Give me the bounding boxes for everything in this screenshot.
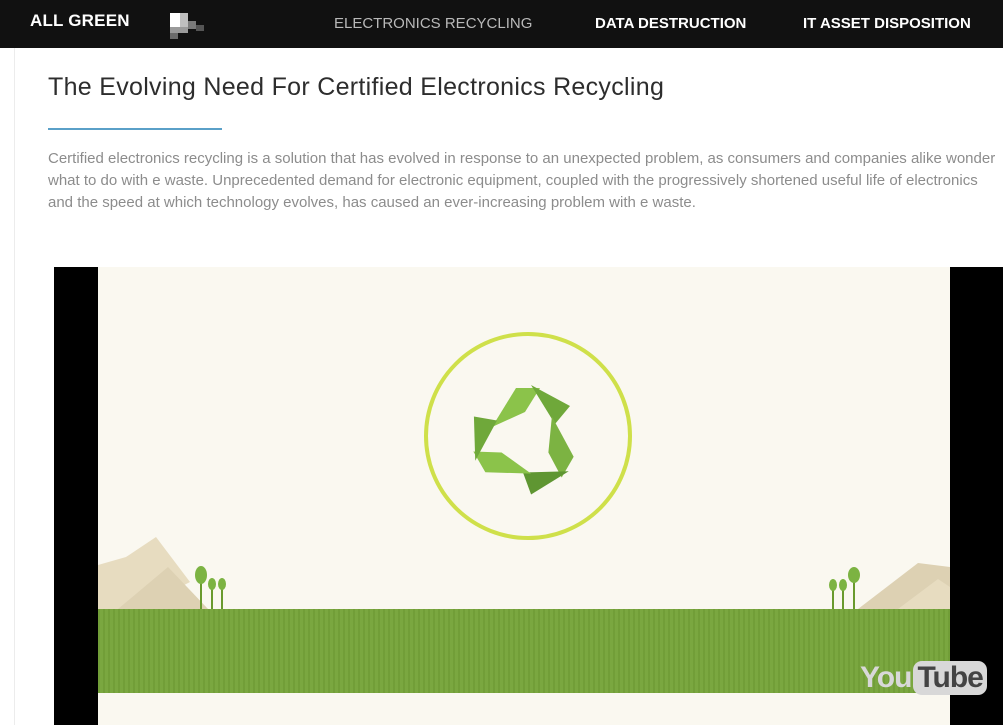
page-title: The Evolving Need For Certified Electron… bbox=[48, 73, 665, 101]
video-player[interactable]: You Tube bbox=[54, 267, 1003, 725]
youtube-logo-tube: Tube bbox=[913, 661, 987, 696]
ground-strip bbox=[98, 693, 950, 725]
tree-cluster-left bbox=[195, 566, 226, 609]
grass-strip bbox=[98, 609, 950, 693]
logo-text: ALL GREEN bbox=[30, 11, 130, 30]
video-frame[interactable] bbox=[98, 267, 950, 725]
logo-pixel-mark bbox=[170, 11, 210, 41]
top-navigation-bar: ALL GREEN ELECTRONICS RECYCLING DATA DES… bbox=[0, 0, 1003, 48]
main-content: The Evolving Need For Certified Electron… bbox=[14, 48, 1003, 725]
youtube-logo[interactable]: You Tube bbox=[860, 660, 987, 696]
recycle-icon bbox=[473, 385, 574, 495]
tree-cluster-right bbox=[829, 567, 860, 611]
nav-data-destruction[interactable]: DATA DESTRUCTION bbox=[595, 15, 746, 32]
nav-it-asset-disposition[interactable]: IT ASSET DISPOSITION bbox=[803, 15, 971, 32]
youtube-logo-you: You bbox=[860, 661, 912, 695]
intro-paragraph: Certified electronics recycling is a sol… bbox=[48, 150, 996, 211]
nav-electronics-recycling[interactable]: ELECTRONICS RECYCLING bbox=[334, 15, 532, 32]
title-underline bbox=[48, 128, 222, 130]
